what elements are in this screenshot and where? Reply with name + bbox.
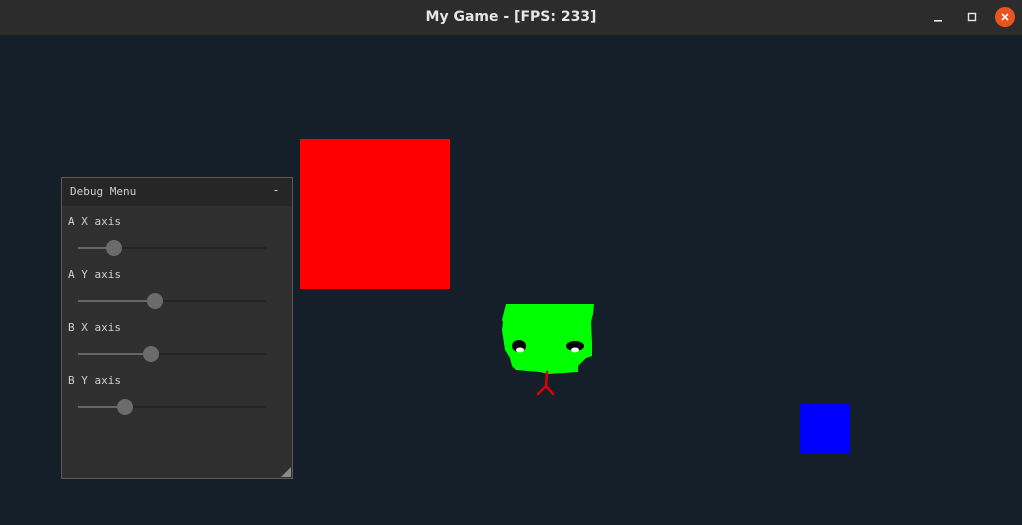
maximize-button[interactable] [962, 7, 982, 27]
debug-menu-title: Debug Menu [70, 185, 137, 198]
slider-label-b-x: B X axis [68, 321, 121, 334]
slider-b-y[interactable] [78, 399, 266, 415]
slider-a-x[interactable] [78, 240, 266, 256]
slider-label-a-y: A Y axis [68, 268, 121, 281]
debug-menu-header[interactable]: Debug Menu - [62, 178, 292, 206]
window-title: My Game - [FPS: 233] [425, 9, 597, 25]
game-viewport[interactable]: Debug Menu - A X axis A Y axis B X axis … [0, 36, 1022, 525]
slider-a-y[interactable] [78, 293, 266, 309]
maximize-icon [967, 12, 977, 22]
slider-thumb[interactable] [106, 240, 122, 256]
minimize-button[interactable] [928, 7, 948, 27]
minimize-icon [934, 20, 942, 22]
slider-thumb[interactable] [147, 293, 163, 309]
resize-grip-icon[interactable] [281, 467, 291, 477]
close-icon [1001, 13, 1009, 21]
slider-label-a-x: A X axis [68, 215, 121, 228]
slider-b-x[interactable] [78, 346, 266, 362]
title-bar[interactable]: My Game - [FPS: 233] [0, 0, 1022, 36]
slider-fill [78, 353, 151, 355]
close-button[interactable] [995, 7, 1015, 27]
slider-label-b-y: B Y axis [68, 374, 121, 387]
blue-square [800, 404, 850, 454]
collapse-button[interactable]: - [270, 183, 282, 199]
debug-menu-panel[interactable]: Debug Menu - A X axis A Y axis B X axis … [61, 177, 293, 479]
slider-thumb[interactable] [143, 346, 159, 362]
green-character [502, 304, 594, 396]
red-square [300, 139, 450, 289]
slider-thumb[interactable] [117, 399, 133, 415]
slider-fill [78, 300, 155, 302]
